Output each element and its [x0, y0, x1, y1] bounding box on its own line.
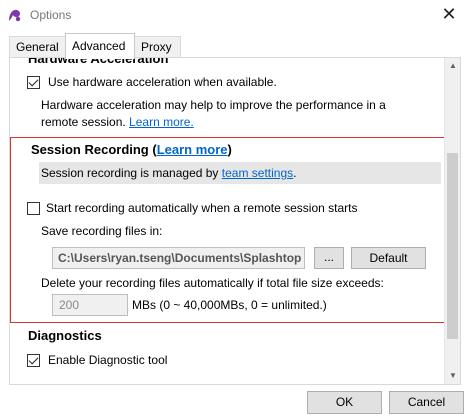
hardware-learn-more-link[interactable]: Learn more. — [129, 115, 194, 129]
default-path-button[interactable]: Default — [351, 247, 426, 269]
auto-delete-label: Delete your recording files automaticall… — [41, 276, 384, 290]
size-limit-hint: MBs (0 ~ 40,000MBs, 0 = unlimited.) — [132, 298, 327, 312]
scroll-content: Hardware Acceleration Use hardware accel… — [10, 58, 445, 384]
splashtop-logo-icon — [9, 9, 21, 22]
auto-start-recording-checkbox[interactable] — [27, 202, 40, 215]
browse-button[interactable]: ... — [314, 247, 344, 269]
team-settings-link[interactable]: team settings — [222, 166, 293, 180]
tab-advanced[interactable]: Advanced — [65, 33, 135, 59]
hardware-acceleration-label: Use hardware acceleration when available… — [48, 75, 277, 89]
diagnostic-tool-checkbox[interactable] — [27, 354, 40, 367]
session-recording-learn-more-link[interactable]: Learn more — [157, 142, 228, 157]
ok-button[interactable]: OK — [307, 391, 382, 414]
hardware-description: Hardware acceleration may help to improv… — [41, 98, 386, 112]
diagnostic-tool-label: Enable Diagnostic tool — [48, 353, 168, 367]
hardware-section-title: Hardware Acceleration — [28, 58, 169, 66]
scroll-down-arrow-icon[interactable]: ▼ — [445, 368, 460, 384]
tab-general[interactable]: General — [9, 36, 67, 58]
window-title: Options — [30, 8, 72, 22]
scroll-up-arrow-icon[interactable]: ▲ — [445, 58, 460, 74]
session-recording-title: Session Recording (Learn more) — [31, 142, 232, 157]
managed-notice-text: Session recording is managed by — [41, 166, 219, 180]
managed-notice-suffix: . — [293, 166, 297, 180]
tab-strip: General Advanced Proxy — [0, 30, 471, 59]
title-bar: Options ✕ — [0, 0, 471, 30]
cancel-button[interactable]: Cancel — [389, 391, 464, 414]
hardware-description-text: remote session. — [41, 115, 126, 129]
session-recording-title-close: ) — [227, 142, 232, 157]
diagnostics-title: Diagnostics — [28, 328, 102, 343]
vertical-scrollbar[interactable]: ▲ ▼ — [444, 58, 460, 384]
managed-notice: Session recording is managed by team set… — [41, 166, 297, 180]
session-recording-title-text: Session Recording — [31, 142, 149, 157]
save-location-label: Save recording files in: — [41, 224, 163, 238]
save-path-input[interactable]: C:\Users\ryan.tseng\Documents\Splashtop … — [52, 247, 305, 269]
size-limit-input[interactable]: 200 — [52, 294, 128, 316]
auto-start-recording-label: Start recording automatically when a rem… — [46, 201, 358, 215]
tab-proxy[interactable]: Proxy — [134, 36, 181, 58]
scrollbar-thumb[interactable] — [447, 153, 458, 339]
hardware-description-line2: remote session. Learn more. — [41, 115, 194, 129]
hardware-acceleration-checkbox[interactable] — [27, 76, 40, 89]
close-icon[interactable]: ✕ — [439, 4, 459, 24]
advanced-panel: Hardware Acceleration Use hardware accel… — [9, 57, 461, 385]
